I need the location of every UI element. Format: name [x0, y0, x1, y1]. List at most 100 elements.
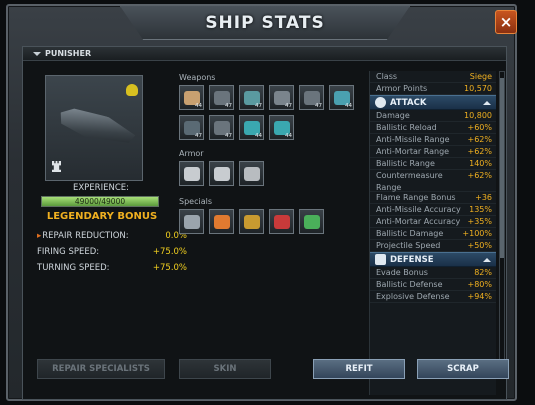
- weapon-slot[interactable]: 47: [179, 115, 204, 140]
- specials-label: Specials: [179, 197, 212, 206]
- experience-bar: 49000/49000: [41, 196, 159, 207]
- repair-specialists-button[interactable]: REPAIR SPECIALISTS: [37, 359, 165, 379]
- skull-icon: [126, 84, 138, 96]
- armor-icon: [214, 167, 230, 181]
- stats-list[interactable]: Class Siege Armor Points 10,570 ATTACK Dama…: [369, 71, 496, 395]
- weapon-slot[interactable]: 44: [329, 85, 354, 110]
- defense-header-label: DEFENSE: [390, 254, 434, 265]
- weapons-label: Weapons: [179, 73, 216, 82]
- stat-name: Ballistic Defense: [376, 280, 443, 289]
- level-badge: 44: [345, 103, 352, 109]
- armor-icon: [244, 167, 260, 181]
- stat-value: +60%: [467, 123, 492, 132]
- shield-icon: [375, 254, 386, 265]
- stat-name: Class: [376, 72, 398, 81]
- stat-name: Anti-Mortar Accuracy: [376, 217, 461, 226]
- bonus-value: +75.0%: [152, 247, 187, 257]
- weapon-slot[interactable]: 44: [239, 115, 264, 140]
- level-badge: 44: [285, 133, 292, 139]
- bullet-icon: ▸: [37, 231, 42, 241]
- attack-header-label: ATTACK: [390, 97, 427, 108]
- stat-value: +36: [475, 193, 492, 202]
- special-icon: [274, 215, 290, 229]
- scrap-button[interactable]: SCRAP: [417, 359, 509, 379]
- ship-hull-icon: [56, 103, 138, 152]
- special-icon: [184, 215, 200, 229]
- ship-stats-window: SHIP STATS × PUNISHER EXPERIENCE: 49000/…: [6, 4, 517, 401]
- armor-slot[interactable]: [239, 161, 264, 186]
- stats-scrollbar[interactable]: [499, 71, 505, 371]
- weapon-slot[interactable]: 47: [209, 115, 234, 140]
- attack-stat-row: Damage 10,800: [370, 110, 496, 122]
- close-button[interactable]: ×: [495, 10, 517, 34]
- bonus-value: +75.0%: [152, 263, 187, 273]
- weapon-slot[interactable]: 47: [209, 85, 234, 110]
- weapon-slot[interactable]: 47: [269, 85, 294, 110]
- level-badge: 47: [315, 103, 322, 109]
- window-title: SHIP STATS: [205, 12, 325, 33]
- armor-icon: [184, 167, 200, 181]
- stat-value: 82%: [474, 268, 492, 277]
- special-slot[interactable]: [179, 209, 204, 234]
- weapon-slot[interactable]: 47: [239, 85, 264, 110]
- stat-value: Siege: [469, 72, 492, 81]
- weapon-slot[interactable]: 44: [269, 115, 294, 140]
- stat-name: Ballistic Reload: [376, 123, 437, 132]
- attack-stat-row: Anti-Missile Accuracy 135%: [370, 204, 496, 216]
- stat-name: Damage: [376, 111, 410, 120]
- stat-value: +94%: [467, 292, 492, 301]
- defense-stat-row: Evade Bonus 82%: [370, 267, 496, 279]
- defense-header[interactable]: DEFENSE: [370, 252, 496, 267]
- stat-value: +50%: [467, 241, 492, 250]
- stat-name: Projectile Speed: [376, 241, 441, 250]
- stat-value: +35%: [467, 217, 492, 226]
- special-icon: [244, 215, 260, 229]
- defense-stat-row: Ballistic Defense +80%: [370, 279, 496, 291]
- special-slot[interactable]: [299, 209, 324, 234]
- bonus-repair-reduction: ▸REPAIR REDUCTION: 0.0%: [37, 231, 187, 241]
- bonus-turning-speed: TURNING SPEED: +75.0%: [37, 263, 187, 273]
- stat-value: 10,570: [464, 84, 492, 93]
- special-icon: [304, 215, 320, 229]
- refit-button[interactable]: REFIT: [313, 359, 405, 379]
- stat-name: Anti-Missile Range: [376, 135, 450, 144]
- attack-icon: [375, 97, 386, 108]
- attack-header[interactable]: ATTACK: [370, 95, 496, 110]
- skin-button[interactable]: SKIN: [179, 359, 271, 379]
- level-badge: 47: [225, 103, 232, 109]
- attack-stat-row: Ballistic Reload +60%: [370, 122, 496, 134]
- special-slot[interactable]: [209, 209, 234, 234]
- armor-slot[interactable]: [209, 161, 234, 186]
- weapon-slot[interactable]: 47: [299, 85, 324, 110]
- armor-slot[interactable]: [179, 161, 204, 186]
- stat-row: Armor Points 10,570: [370, 83, 496, 95]
- stat-name: Explosive Defense: [376, 292, 450, 301]
- attack-stat-row: Anti-Missile Range +62%: [370, 134, 496, 146]
- ship-name: PUNISHER: [45, 49, 92, 58]
- weapon-slot[interactable]: 44: [179, 85, 204, 110]
- level-badge: 47: [225, 133, 232, 139]
- level-badge: 47: [195, 133, 202, 139]
- level-badge: 47: [285, 103, 292, 109]
- title-bar: SHIP STATS: [120, 6, 410, 40]
- stat-name: Ballistic Range: [376, 159, 435, 168]
- bonus-label: TURNING SPEED:: [37, 263, 110, 273]
- ship-image: [45, 75, 143, 181]
- stat-name: Anti-Mortar Range: [376, 147, 450, 156]
- stat-value: +80%: [467, 280, 492, 289]
- special-icon: [214, 215, 230, 229]
- ship-panel: PUNISHER EXPERIENCE: 49000/49000 LEGENDA…: [22, 46, 509, 400]
- scrollbar-thumb[interactable]: [500, 78, 504, 258]
- stat-name: Evade Bonus: [376, 268, 428, 277]
- attack-stat-row: Projectile Speed +50%: [370, 240, 496, 252]
- attack-stat-row: Ballistic Range 140%: [370, 158, 496, 170]
- bonus-label: REPAIR REDUCTION:: [42, 231, 129, 241]
- special-slot[interactable]: [239, 209, 264, 234]
- level-badge: 47: [255, 103, 262, 109]
- stat-name: Flame Range Bonus: [376, 193, 456, 202]
- stat-name: Armor Points: [376, 84, 428, 93]
- stat-value: +62%: [467, 135, 492, 144]
- special-slot[interactable]: [269, 209, 294, 234]
- panel-header[interactable]: PUNISHER: [23, 47, 506, 61]
- stat-value: 140%: [469, 159, 492, 168]
